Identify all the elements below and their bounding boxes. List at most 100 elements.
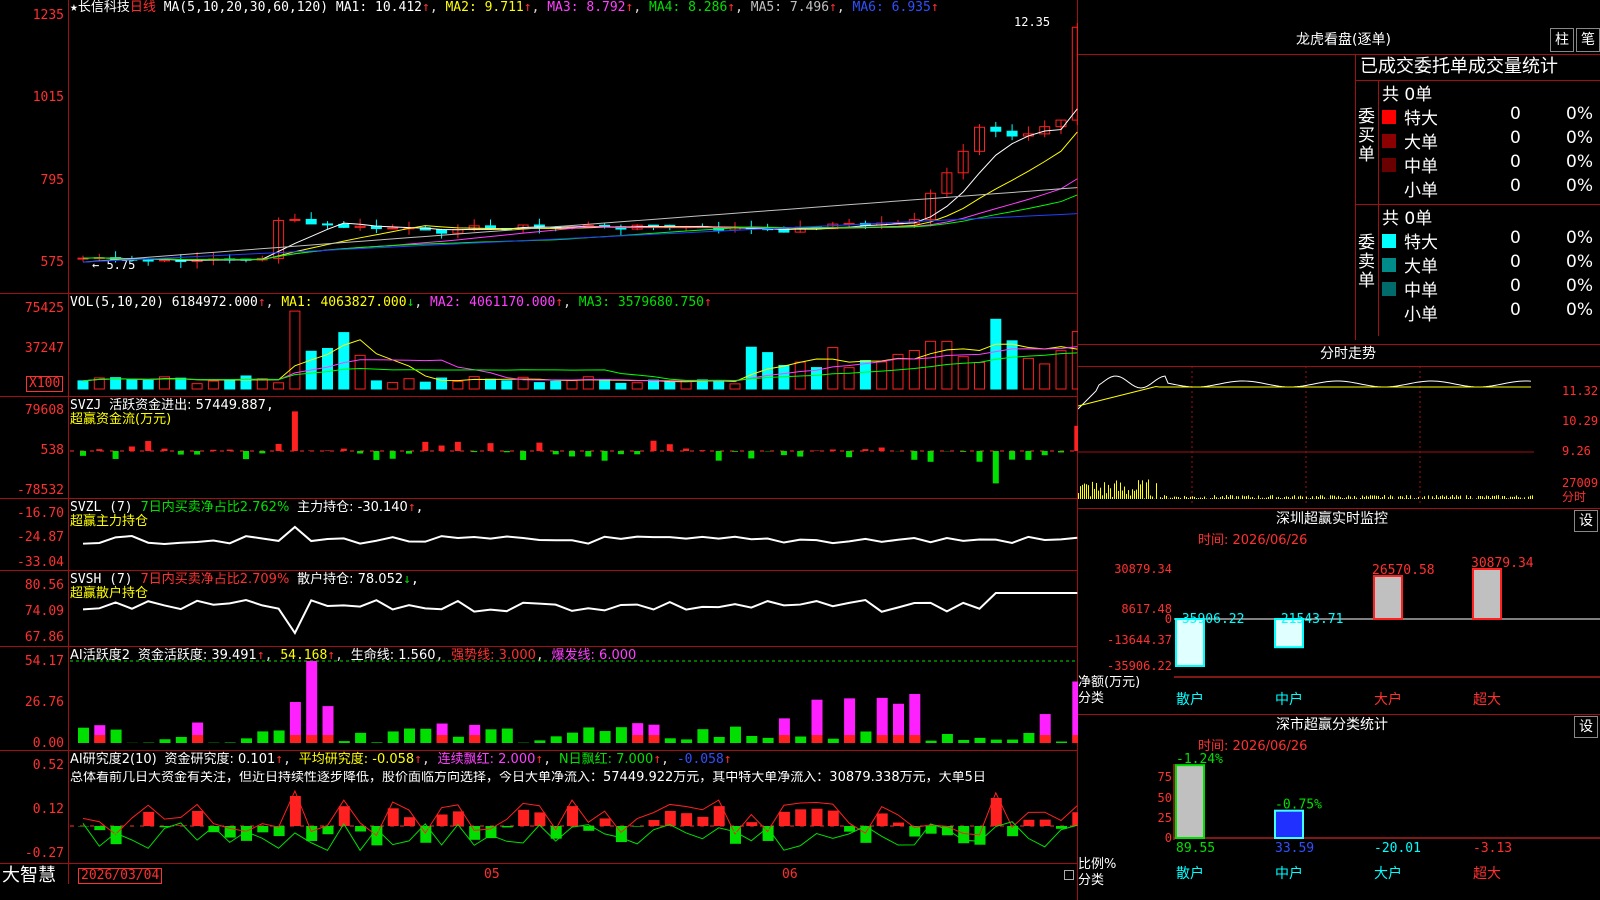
buy-m-swatch — [1382, 158, 1396, 172]
volume-bar — [713, 380, 725, 390]
intraday-vol-bar — [1504, 496, 1505, 499]
intraday-vol-bar — [1510, 496, 1511, 499]
intraday-vol-bar — [1198, 498, 1199, 499]
intraday-vol-bar — [1424, 496, 1425, 499]
activity-base — [1039, 735, 1051, 743]
volume-bar — [843, 367, 855, 390]
intraday-vol-bar — [1330, 495, 1331, 499]
volume-bar — [566, 380, 578, 390]
buy-order-label: 委买单 — [1358, 107, 1375, 165]
candle-body — [322, 223, 333, 226]
y-tick: 75 — [1158, 770, 1172, 784]
activity-bar — [827, 738, 839, 743]
intraday-vol-bar — [1410, 495, 1411, 499]
activity-base — [192, 735, 204, 743]
fund-flow-bar — [569, 451, 575, 457]
vol-ma-line — [82, 339, 1078, 383]
intraday-vol-bar — [1094, 488, 1095, 499]
vol-ma-line — [82, 352, 1078, 382]
intraday-vol-bar — [1320, 495, 1321, 499]
fund-flow-bar — [666, 444, 673, 451]
research-bar — [664, 810, 676, 826]
dragon-tiger-panel: 龙虎看盘(逐单) 柱 笔 已成交委托单成交量统计 委买单 共 0单 特大 0 0… — [1078, 0, 1600, 340]
bar-bottom-label: -3.13 — [1473, 841, 1512, 856]
activity-base — [778, 735, 790, 743]
fund-flow-bar — [145, 441, 152, 451]
activity-base — [322, 735, 334, 743]
volume-bar — [273, 382, 285, 390]
research-bar — [632, 826, 644, 827]
tick-tab[interactable]: 笔 — [1576, 28, 1600, 52]
fund-flow-bar — [1009, 451, 1016, 460]
intraday-vol-bar — [1258, 495, 1259, 499]
activity-bar — [974, 737, 986, 743]
fund-flow-bar — [732, 451, 738, 452]
fund-flow-bar — [1058, 451, 1064, 453]
volume-bar — [729, 383, 741, 390]
bar-bottom-label: 33.59 — [1275, 841, 1314, 856]
activity-bar — [338, 741, 350, 743]
activity-bar — [387, 731, 399, 743]
intraday-vol-bar — [1090, 496, 1091, 499]
intraday-vol-bar — [1226, 495, 1227, 499]
intraday-vol-bar — [1360, 497, 1361, 499]
activity-bar — [175, 736, 187, 743]
intraday-panel[interactable]: 分时走势 11.32 10.29 9.26 27009 分时 — [1078, 344, 1600, 508]
intraday-vol-bar — [1458, 496, 1459, 499]
class-bar — [1274, 809, 1304, 839]
intraday-vol-bar — [1132, 489, 1133, 499]
main-chart-area[interactable]: ★长信科技日线 MA(5,10,20,30,60,120) MA1: 10.41… — [0, 0, 1078, 900]
intraday-vol-bar — [1378, 495, 1379, 499]
intraday-vol-bar — [1192, 496, 1193, 499]
research-bar — [941, 826, 953, 836]
intraday-vol-bar — [1222, 496, 1223, 499]
volume-bar — [77, 380, 89, 390]
bar-value-label: 26570.58 — [1372, 563, 1435, 578]
intraday-vol-bar — [1392, 496, 1393, 499]
intraday-vol-bar — [1152, 496, 1153, 499]
row-label: 大单 — [1404, 133, 1438, 153]
row-pct: 0% — [1566, 152, 1593, 172]
intraday-vol-bar — [1156, 483, 1157, 499]
bar-tab[interactable]: 柱 — [1550, 28, 1574, 52]
activity-bar — [501, 728, 513, 743]
intraday-vol-bar — [1116, 480, 1117, 499]
fund-flow-bar — [780, 451, 787, 456]
intraday-vol-bar — [1518, 497, 1519, 499]
research-bar — [925, 826, 937, 834]
intraday-vol-bar — [1242, 495, 1243, 499]
intraday-vol-bar — [1352, 498, 1353, 499]
fund-flow-bar — [797, 451, 804, 457]
intraday-vol-bar — [1502, 496, 1503, 499]
volume-bar — [419, 381, 431, 390]
research-bar — [257, 826, 269, 833]
volume-bar — [550, 380, 562, 390]
intraday-vol-bar — [1318, 497, 1319, 499]
intraday-vol-bar — [1400, 495, 1401, 499]
y-tick: 25 — [1158, 811, 1172, 825]
fund-flow-bar — [422, 441, 429, 451]
price-line — [1078, 375, 1532, 410]
research-bar — [827, 810, 839, 826]
intraday-vol-bar — [1110, 488, 1111, 499]
fund-flow-bar — [650, 440, 657, 451]
row-count: 0 — [1510, 228, 1521, 248]
intraday-vol-bar — [1416, 498, 1417, 499]
bar-bottom-label: -20.01 — [1374, 841, 1421, 856]
activity-bar — [485, 729, 497, 743]
intraday-vol-bar — [1224, 497, 1225, 499]
intraday-vol-bar — [1450, 496, 1451, 499]
volume-bar — [876, 361, 888, 390]
intraday-vol-bar — [1284, 497, 1285, 499]
row-count: 0 — [1510, 152, 1521, 172]
volume-bar — [289, 310, 301, 390]
row-count: 0 — [1510, 300, 1521, 320]
row-count: 0 — [1510, 176, 1521, 196]
bar-bottom-label: 89.55 — [1176, 841, 1215, 856]
candle-body — [436, 229, 448, 234]
intraday-vol-bar — [1264, 498, 1265, 499]
volume-bar — [142, 379, 154, 390]
retail-holding-line — [82, 592, 1078, 635]
intraday-vol-bar — [1188, 498, 1189, 499]
intraday-vol-bar — [1356, 497, 1357, 499]
